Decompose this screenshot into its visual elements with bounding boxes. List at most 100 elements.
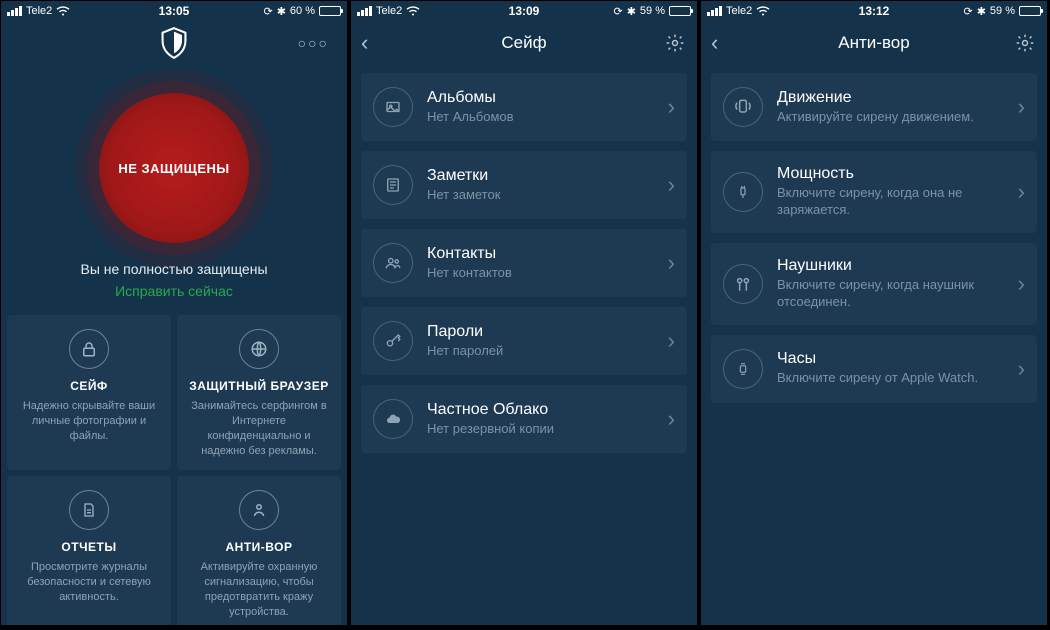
status-bar: Tele2 13:12 ⟳ ✱ 59 % [701,1,1047,21]
clock: 13:09 [509,4,540,18]
fix-now-link[interactable]: Исправить сейчас [1,283,347,299]
nav-bar: ○○○ [1,21,347,65]
nav-bar: ‹ Анти-вор [701,21,1047,65]
settings-gear-icon[interactable] [1015,33,1035,53]
protection-status-text: Вы не полностью защищены [1,261,347,277]
chevron-right-icon: › [1018,179,1025,205]
headphones-icon [723,264,763,304]
card-title: АНТИ-ВОР [187,540,331,554]
card-browser[interactable]: ЗАЩИТНЫЙ БРАУЗЕР Занимайтесь серфингом в… [177,315,341,470]
row-title: Часы [777,350,1004,368]
carrier-label: Tele2 [376,5,402,17]
carrier-label: Tele2 [26,5,52,17]
card-title: ЗАЩИТНЫЙ БРАУЗЕР [187,379,331,393]
signal-icon [707,6,722,16]
app-logo-shield-icon [160,27,188,59]
row-title: Движение [777,89,1004,107]
contacts-icon [373,243,413,283]
clock: 13:12 [859,4,890,18]
screen-home: Tele2 13:05 ⟳ ✱ 60 % ○○○ НЕ ЗАЩИЩЕНЫ Вы … [0,0,348,626]
chevron-right-icon: › [1018,94,1025,120]
row-title: Заметки [427,167,654,185]
back-button[interactable]: ‹ [361,30,368,56]
screen-antithief: Tele2 13:12 ⟳ ✱ 59 % ‹ Анти-вор Движение… [700,0,1048,626]
more-menu-icon[interactable]: ○○○ [298,35,329,51]
row-title: Мощность [777,165,1004,183]
protection-badge: НЕ ЗАЩИЩЕНЫ [118,161,229,176]
row-headphones[interactable]: Наушники Включите сирену, когда наушник о… [711,243,1037,325]
chevron-right-icon: › [668,406,675,432]
row-title: Контакты [427,245,654,263]
row-sub: Нет паролей [427,343,654,360]
protection-status-hero: НЕ ЗАЩИЩЕНЫ Вы не полностью защищены Исп… [1,65,347,309]
row-sub: Нет заметок [427,187,654,204]
row-sub: Нет контактов [427,265,654,282]
row-motion[interactable]: Движение Активируйте сирену движением. › [711,73,1037,141]
cloud-icon [373,399,413,439]
clock: 13:05 [159,4,190,18]
row-albums[interactable]: АльбомыНет Альбомов › [361,73,687,141]
loading-icon: ⟳ [963,5,972,18]
back-button[interactable]: ‹ [711,30,718,56]
status-bar: Tele2 13:09 ⟳ ✱ 59 % [351,1,697,21]
row-power[interactable]: Мощность Включите сирену, когда она не за… [711,151,1037,233]
row-notes[interactable]: Заметки Нет заметок › [361,151,687,219]
protection-status-button[interactable]: НЕ ЗАЩИЩЕНЫ [99,93,249,243]
row-sub: Нет Альбомов [427,109,654,126]
card-desc: Активируйте охранную сигнализацию, чтобы… [187,560,331,619]
loading-icon: ⟳ [263,5,272,18]
row-cloud[interactable]: Частное ОблакоНет резервной копии › [361,385,687,453]
photo-icon [373,87,413,127]
card-safe[interactable]: СЕЙФ Надежно скрывайте ваши личные фотог… [7,315,171,470]
row-sub: Включите сирену, когда она не заряжается… [777,185,1004,219]
nav-bar: ‹ Сейф [351,21,697,65]
plug-icon [723,172,763,212]
battery-icon [669,6,691,16]
chevron-right-icon: › [668,250,675,276]
card-antithief[interactable]: АНТИ-ВОР Активируйте охранную сигнализац… [177,476,341,626]
globe-icon [239,329,279,369]
card-title: СЕЙФ [17,379,161,393]
card-desc: Надежно скрывайте ваши личные фотографии… [17,399,161,444]
signal-icon [7,6,22,16]
page-title: Анти-вор [838,33,909,53]
person-shield-icon [239,490,279,530]
chevron-right-icon: › [1018,356,1025,382]
row-sub: Активируйте сирену движением. [777,109,1004,126]
chevron-right-icon: › [668,94,675,120]
safe-list: АльбомыНет Альбомов › Заметки Нет заметок… [351,65,697,461]
battery-percent: 60 % [290,5,315,17]
lock-icon [69,329,109,369]
row-title: Частное Облако [427,401,654,419]
document-icon [69,490,109,530]
settings-gear-icon[interactable] [665,33,685,53]
motion-icon [723,87,763,127]
row-title: Пароли [427,323,654,341]
chevron-right-icon: › [668,328,675,354]
screen-safe: Tele2 13:09 ⟳ ✱ 59 % ‹ Сейф АльбомыНет А… [350,0,698,626]
row-sub: Включите сирену, когда наушник отсоедине… [777,277,1004,311]
signal-icon [357,6,372,16]
row-passwords[interactable]: Пароли Нет паролей › [361,307,687,375]
battery-icon [1019,6,1041,16]
chevron-right-icon: › [668,172,675,198]
row-contacts[interactable]: Контакты Нет контактов › [361,229,687,297]
row-watch[interactable]: Часы Включите сирену от Apple Watch. › [711,335,1037,403]
watch-icon [723,349,763,389]
status-bar: Tele2 13:05 ⟳ ✱ 60 % [1,1,347,21]
key-icon [373,321,413,361]
row-sub: Включите сирену от Apple Watch. [777,370,1004,387]
loading-icon: ⟳ [613,5,622,18]
battery-percent: 59 % [640,5,665,17]
wifi-icon [406,6,420,16]
feature-grid: СЕЙФ Надежно скрывайте ваши личные фотог… [1,309,347,626]
bluetooth-icon: ✱ [627,5,636,18]
page-title: Сейф [501,33,546,53]
card-title: ОТЧЕТЫ [17,540,161,554]
card-desc: Просмотрите журналы безопасности и сетев… [17,560,161,605]
battery-percent: 59 % [990,5,1015,17]
card-reports[interactable]: ОТЧЕТЫ Просмотрите журналы безопасности … [7,476,171,626]
bluetooth-icon: ✱ [977,5,986,18]
row-title: Наушники [777,257,1004,275]
antithief-list: ДвижениеАктивируйте сирену движением. › … [701,65,1047,411]
